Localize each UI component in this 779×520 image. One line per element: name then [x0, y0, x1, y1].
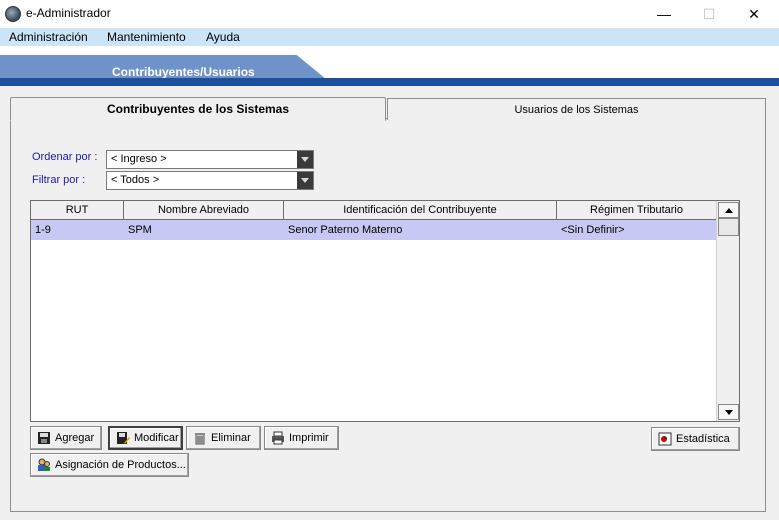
users-icon	[38, 458, 50, 471]
stats-button-label: Estadística	[676, 433, 730, 445]
print-button-label: Imprimir	[289, 432, 329, 444]
tab-usuarios-label: Usuarios de los Sistemas	[514, 103, 639, 116]
column-header-regimen[interactable]: Régimen Tributario	[557, 201, 717, 220]
cell-identificacion: Senor Paterno Materno	[288, 224, 403, 236]
order-label: Ordenar por :	[32, 151, 98, 163]
order-select[interactable]: < Ingreso >	[106, 150, 314, 169]
minimize-button[interactable]: —	[641, 0, 687, 28]
menu-ayuda[interactable]: Ayuda	[206, 30, 240, 44]
print-button[interactable]: Imprimir	[264, 426, 339, 450]
app-logo-icon	[5, 6, 21, 22]
contribuyentes-table: RUT Nombre Abreviado Identificación del …	[30, 200, 740, 422]
vertical-scrollbar[interactable]	[716, 201, 739, 421]
assign-products-button-label: Asignación de Productos...	[55, 459, 186, 471]
delete-button-label: Eliminar	[211, 432, 251, 444]
tab-contribuyentes-label: Contribuyentes de los Sistemas	[106, 102, 290, 116]
cell-regimen: <Sin Definir>	[561, 224, 625, 236]
scroll-up-icon[interactable]	[718, 202, 739, 218]
table-row[interactable]: 1-9 SPM Senor Paterno Materno <Sin Defin…	[31, 220, 717, 240]
close-button[interactable]: ✕	[731, 0, 777, 28]
banner-bar	[0, 78, 779, 86]
statistics-icon	[658, 432, 672, 446]
scroll-down-icon[interactable]	[718, 404, 739, 420]
column-header-identificacion[interactable]: Identificación del Contribuyente	[284, 201, 557, 220]
filter-label: Filtrar por :	[32, 174, 86, 186]
column-header-rut[interactable]: RUT	[31, 201, 124, 220]
assign-products-button[interactable]: Asignación de Productos...	[30, 453, 189, 477]
filter-select-value: < Todos >	[111, 174, 160, 186]
stats-button[interactable]: Estadística	[651, 427, 740, 451]
cell-rut: 1-9	[35, 224, 51, 236]
printer-icon	[272, 431, 284, 445]
order-select-value: < Ingreso >	[111, 153, 167, 165]
filter-dropdown-arrow-icon[interactable]	[297, 172, 313, 189]
delete-button[interactable]: Eliminar	[186, 426, 261, 450]
cell-nombre: SPM	[128, 224, 152, 236]
filter-select[interactable]: < Todos >	[106, 171, 314, 190]
window-title: e-Administrador	[26, 6, 111, 20]
order-dropdown-arrow-icon[interactable]	[297, 151, 313, 168]
add-button-label: Agregar	[55, 432, 95, 444]
tab-contribuyentes[interactable]: Contribuyentes de los Sistemas	[10, 97, 386, 121]
column-header-nombre[interactable]: Nombre Abreviado	[124, 201, 284, 220]
scroll-thumb[interactable]	[718, 218, 739, 236]
section-title: Contribuyentes/Usuarios	[112, 65, 255, 79]
trash-icon	[195, 433, 205, 445]
floppy-disk-icon	[38, 432, 50, 444]
tab-usuarios[interactable]: Usuarios de los Sistemas	[387, 98, 766, 120]
add-button[interactable]: Agregar	[30, 426, 102, 450]
maximize-button[interactable]: ☐	[686, 0, 732, 28]
menu-mantenimiento[interactable]: Mantenimiento	[107, 30, 186, 44]
menu-administracion[interactable]: Administración	[9, 30, 88, 44]
modify-button[interactable]: Modificar	[108, 426, 183, 450]
modify-button-label: Modificar	[134, 432, 179, 444]
edit-disk-icon	[117, 432, 130, 444]
